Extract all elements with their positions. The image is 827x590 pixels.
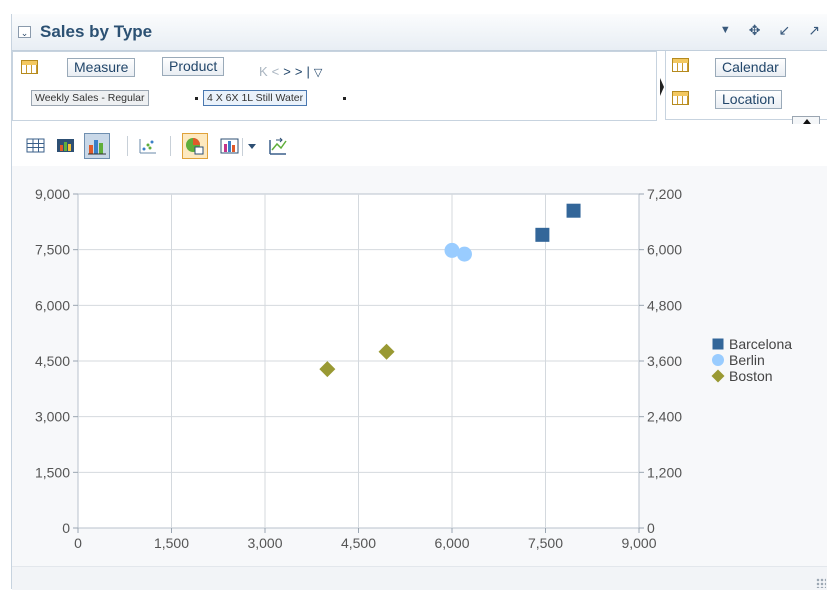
y-tick-label: 0: [62, 520, 70, 536]
chart-table-view-icon[interactable]: [56, 136, 76, 156]
page-navigation: K<>>|▽: [259, 64, 326, 79]
y-tick-label: 3,000: [35, 409, 70, 425]
expand-arrow-icon[interactable]: [660, 78, 664, 96]
data-point-barcelona: [535, 227, 550, 242]
chart-area: 0 1,500 3,000 4,500 6,000 7,500 9,000 0 0 1,500 1,…: [12, 166, 827, 566]
panel-actions: ▼ ✥ ↙ ↗: [720, 22, 820, 39]
panel-titlebar: ⌄ Sales by Type ▼ ✥ ↙ ↗: [12, 14, 827, 51]
legend-marker-berlin: [712, 354, 724, 366]
product-chip[interactable]: Product: [162, 57, 225, 76]
separator-dot: [195, 97, 198, 100]
move-icon[interactable]: ✥: [749, 22, 761, 39]
resize-grip-icon[interactable]: [816, 578, 826, 588]
y2-tick-label: 1,200: [647, 464, 682, 480]
prev-page-icon[interactable]: <: [272, 64, 284, 79]
scatter-chart: 0 1,500 3,000 4,500 6,000 7,500 9,0000 01,500 1,…: [35, 186, 792, 551]
y2-tick-label: 2,400: [647, 409, 682, 425]
toolbar-separator: [170, 136, 171, 156]
scatter-type-icon[interactable]: [138, 136, 158, 156]
y2-tick-label: 7,200: [647, 186, 682, 202]
chart-type-dropdown-icon[interactable]: [242, 138, 243, 156]
y-tick-label: 4,500: [35, 353, 70, 369]
first-page-icon[interactable]: K: [259, 64, 272, 79]
last-page-icon[interactable]: >|: [295, 64, 314, 79]
calendar-chip[interactable]: Calendar: [715, 58, 786, 77]
x-tick-label: 4,500: [341, 535, 376, 551]
filter-icon[interactable]: ▽: [314, 67, 326, 79]
measure-chip[interactable]: Measure: [67, 58, 136, 77]
next-page-icon[interactable]: >: [283, 64, 295, 79]
x-tick-label: 0: [74, 535, 82, 551]
legend-label: Barcelona: [729, 336, 792, 352]
edge-grid-icon: [21, 60, 38, 74]
y2-tick-label: 6,000: [647, 242, 682, 258]
maximize-icon[interactable]: ↗: [808, 22, 820, 39]
x-tick-label: 9,000: [621, 535, 656, 551]
sales-by-type-panel: ⌄ Sales by Type ▼ ✥ ↙ ↗ Measure Product …: [11, 14, 827, 590]
y-tick-label: 7,500: [35, 242, 70, 258]
toolbar-separator: [127, 136, 128, 156]
panel-footer: [12, 566, 827, 590]
data-point-berlin: [456, 246, 472, 262]
chart-view-icon[interactable]: [84, 133, 110, 159]
table-view-icon[interactable]: [26, 136, 46, 156]
y-tick-label: 1,500: [35, 464, 70, 480]
page-edge: Measure Product K<>>|▽ Weekly Sales - Re…: [12, 51, 657, 121]
swap-axes-icon[interactable]: [268, 136, 288, 156]
x-tick-label: 3,000: [247, 535, 282, 551]
chart-options-icon[interactable]: [182, 133, 208, 159]
x-tick-label: 1,500: [154, 535, 189, 551]
location-chip[interactable]: Location: [715, 90, 782, 109]
chart-type-icon[interactable]: [220, 136, 240, 156]
chart-type-dropdown-icon[interactable]: [248, 144, 256, 149]
y-tick-label: 9,000: [35, 186, 70, 202]
measure-value[interactable]: Weekly Sales - Regular: [31, 90, 149, 106]
separator-dot: [343, 97, 346, 100]
y-tick-label: 6,000: [35, 297, 70, 313]
panel-title: Sales by Type: [40, 22, 153, 41]
y2-tick-label: 0: [647, 520, 655, 536]
legend-marker-boston: [711, 369, 725, 383]
x-tick-label: 6,000: [434, 535, 469, 551]
side-edge: Calendar Location: [665, 51, 827, 120]
location-grid-icon: [672, 91, 689, 105]
y2-tick-label: 3,600: [647, 353, 682, 369]
minimize-icon[interactable]: ↙: [779, 22, 791, 39]
legend-label: Berlin: [729, 352, 765, 368]
dropdown-arrow-icon[interactable]: ▼: [720, 22, 731, 39]
view-toolbar: [12, 124, 827, 164]
legend-marker-barcelona: [712, 338, 724, 350]
legend-label: Boston: [729, 368, 773, 384]
collapse-icon[interactable]: ⌄: [18, 26, 31, 38]
y2-tick-label: 4,800: [647, 297, 682, 313]
data-point-barcelona: [566, 203, 581, 218]
x-tick-label: 7,500: [528, 535, 563, 551]
calendar-grid-icon: [672, 58, 689, 72]
product-value[interactable]: 4 X 6X 1L Still Water: [203, 90, 308, 106]
